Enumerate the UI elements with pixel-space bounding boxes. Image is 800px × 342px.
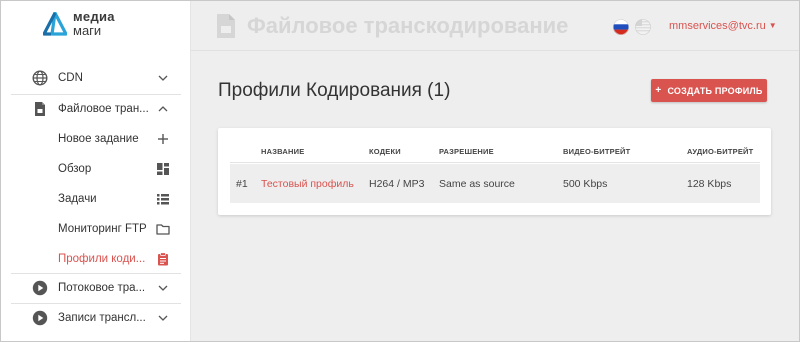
- audio-bitrate-cell: 128 Kbps: [687, 178, 732, 190]
- sidebar-item-label: CDN: [58, 72, 83, 84]
- app-window: медиа маги Файловое транскодирование mms…: [0, 0, 800, 342]
- clipboard-icon: [158, 252, 168, 266]
- sidebar-item-label: Записи трансл...: [58, 312, 146, 324]
- chevron-down-icon: [158, 285, 168, 291]
- column-header-resolution[interactable]: РАЗРЕШЕНИЕ: [439, 147, 494, 156]
- sidebar-item-label: Обзор: [58, 163, 92, 175]
- codecs-cell: H264 / MP3: [369, 178, 425, 190]
- main-content: Профили Кодирования (1) + СОЗДАТЬ ПРОФИЛ…: [191, 51, 799, 341]
- sidebar-item-label: Мониторинг FTP: [58, 223, 147, 235]
- plus-icon: [158, 134, 168, 144]
- logo-mark-icon: [43, 12, 67, 36]
- language-ru-flag-icon[interactable]: [613, 19, 629, 35]
- sidebar-item-overview[interactable]: Обзор: [1, 154, 191, 184]
- logo-text: медиа маги: [73, 10, 115, 38]
- column-header-codecs[interactable]: КОДЕКИ: [369, 147, 401, 156]
- sidebar-item-label: Профили коди...: [58, 253, 146, 265]
- file-icon: [217, 14, 235, 38]
- chevron-up-icon: [158, 106, 168, 112]
- sidebar-item-streaming[interactable]: Потоковое тра...: [1, 273, 191, 303]
- sidebar-item-encoding-profiles[interactable]: Профили коди...: [1, 244, 191, 274]
- chevron-down-icon: [158, 75, 168, 81]
- top-header: медиа маги Файловое транскодирование mms…: [1, 1, 799, 51]
- profiles-table-card: НАЗВАНИЕ КОДЕКИ РАЗРЕШЕНИЕ ВИДЕО-БИТРЕЙТ…: [218, 128, 771, 215]
- language-en-flag-icon[interactable]: [635, 19, 651, 35]
- sidebar-item-file-transcoding[interactable]: Файловое тран...: [1, 94, 191, 124]
- globe-icon: [32, 70, 48, 86]
- table-row[interactable]: #1 Тестовый профиль H264 / MP3 Same as s…: [230, 164, 760, 203]
- row-number: #1: [236, 178, 248, 190]
- sidebar-item-label: Потоковое тра...: [58, 282, 146, 294]
- logo[interactable]: медиа маги: [1, 1, 191, 51]
- profile-name-link[interactable]: Тестовый профиль: [261, 178, 354, 190]
- list-icon: [157, 194, 169, 205]
- sidebar: CDN Файловое тран... Новое задание Обзор…: [1, 51, 191, 341]
- chevron-down-icon: [158, 315, 168, 321]
- play-circle-icon: [32, 280, 48, 296]
- create-profile-button-label: СОЗДАТЬ ПРОФИЛЬ: [667, 85, 763, 96]
- play-circle-icon: [32, 310, 48, 326]
- sidebar-item-ftp-monitoring[interactable]: Мониторинг FTP: [1, 214, 191, 244]
- sidebar-item-label: Задачи: [58, 193, 97, 205]
- file-icon: [35, 102, 45, 116]
- create-profile-button[interactable]: + СОЗДАТЬ ПРОФИЛЬ: [651, 79, 767, 102]
- table-header: НАЗВАНИЕ КОДЕКИ РАЗРЕШЕНИЕ ВИДЕО-БИТРЕЙТ…: [230, 139, 760, 163]
- column-header-video-bitrate[interactable]: ВИДЕО-БИТРЕЙТ: [563, 147, 630, 156]
- sidebar-item-stream-records[interactable]: Записи трансл...: [1, 303, 191, 333]
- sidebar-item-cdn[interactable]: CDN: [1, 63, 191, 93]
- logo-line-1: медиа: [73, 9, 115, 24]
- sidebar-item-new-task[interactable]: Новое задание: [1, 124, 191, 154]
- logo-line-2: маги: [73, 23, 102, 38]
- user-email: mmservices@tvc.ru: [669, 20, 766, 32]
- column-header-audio-bitrate[interactable]: АУДИО-БИТРЕЙТ: [687, 147, 753, 156]
- page-title: Профили Кодирования (1): [218, 80, 451, 101]
- sidebar-item-tasks[interactable]: Задачи: [1, 184, 191, 214]
- video-bitrate-cell: 500 Kbps: [563, 178, 608, 190]
- resolution-cell: Same as source: [439, 178, 515, 190]
- dashboard-icon: [157, 163, 169, 175]
- plus-icon: +: [655, 85, 662, 96]
- user-menu[interactable]: mmservices@tvc.ru ▼: [669, 20, 777, 32]
- sidebar-item-label: Новое задание: [58, 133, 139, 145]
- folder-icon: [156, 224, 170, 235]
- page-header-title: Файловое транскодирование: [247, 13, 569, 38]
- caret-down-icon: ▼: [768, 21, 777, 30]
- sidebar-item-label: Файловое тран...: [58, 103, 149, 115]
- column-header-name[interactable]: НАЗВАНИЕ: [261, 147, 304, 156]
